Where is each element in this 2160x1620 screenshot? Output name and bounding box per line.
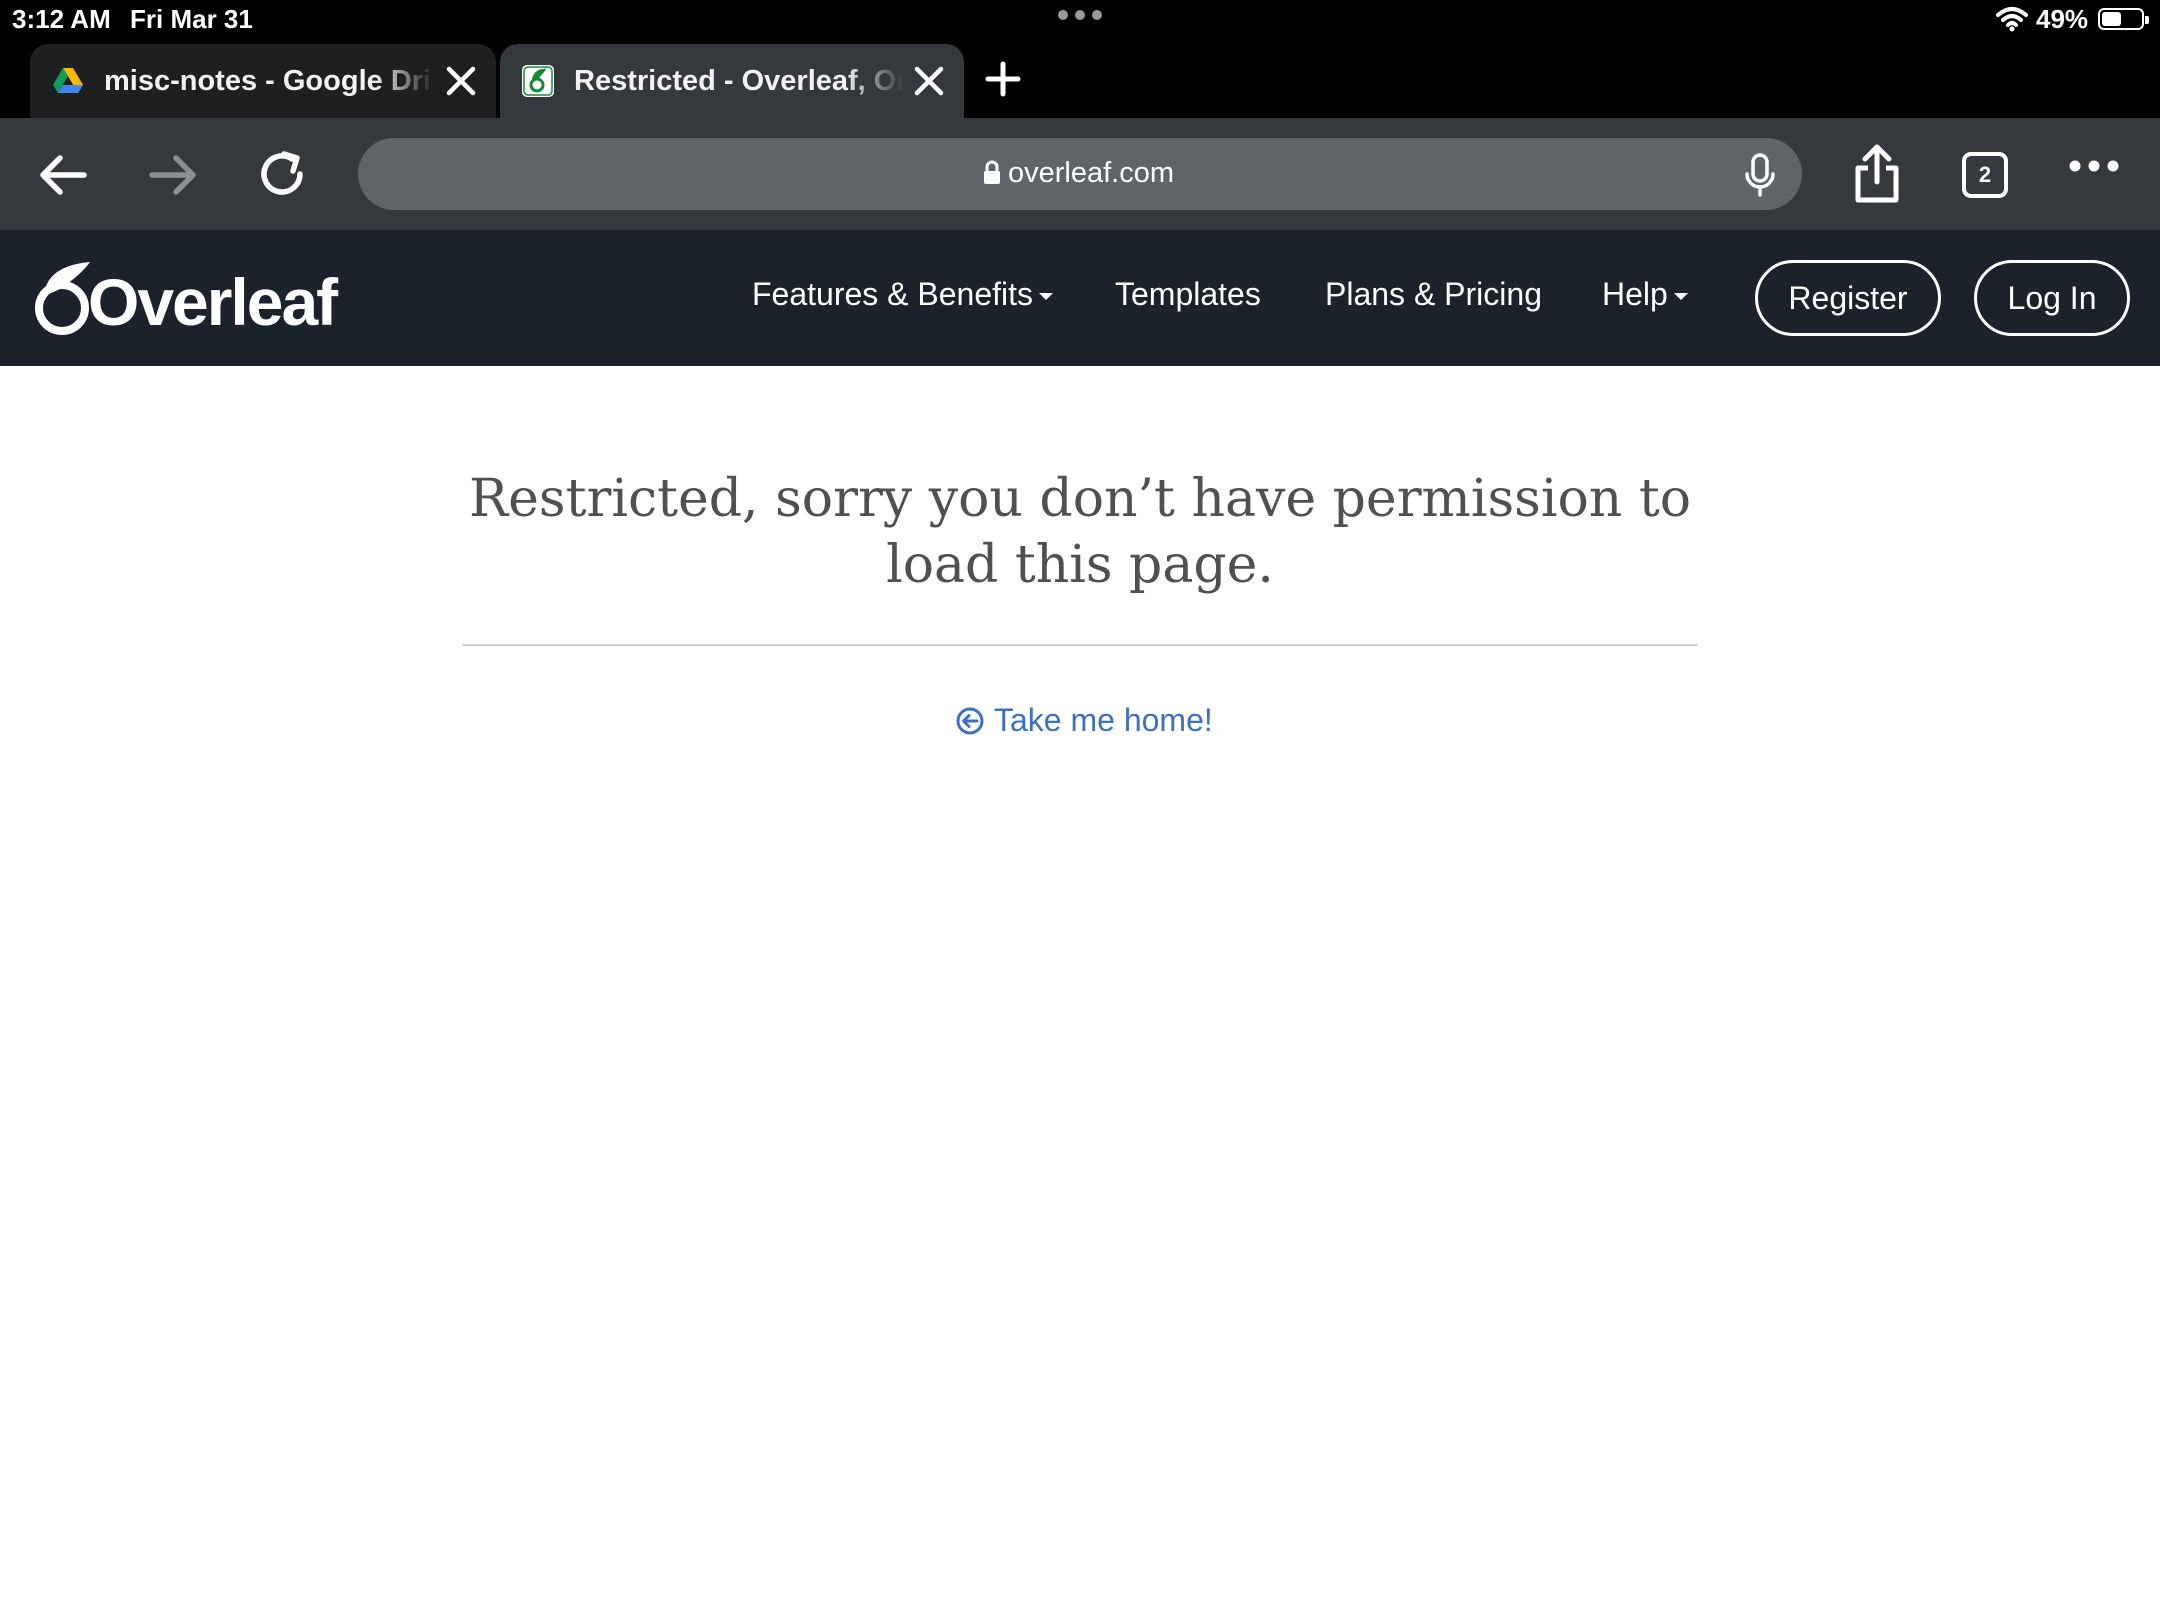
share-icon[interactable] (1848, 144, 1906, 204)
google-drive-icon (53, 68, 83, 93)
reload-icon[interactable] (256, 148, 310, 202)
caret-down-icon (1673, 293, 1688, 301)
new-tab-icon[interactable] (984, 60, 1022, 98)
tab-title: misc-notes - Google Drive (104, 64, 434, 97)
status-date: Fri Mar 31 (130, 4, 253, 34)
nav-templates-link[interactable]: Templates (1115, 276, 1261, 313)
overleaf-logo[interactable]: Overleaf (28, 260, 338, 339)
forward-arrow-icon[interactable] (146, 148, 200, 202)
overleaf-icon (522, 65, 554, 97)
status-time: 3:12 AM (12, 4, 111, 34)
login-button[interactable]: Log In (1974, 260, 2130, 336)
nav-features-dropdown[interactable]: Features & Benefits (752, 276, 1054, 313)
battery-percent: 49% (2036, 4, 2089, 34)
site-navbar: Overleaf Features & Benefits Templates P… (0, 230, 2160, 366)
more-options-icon[interactable] (2068, 156, 2120, 176)
back-arrow-icon[interactable] (36, 148, 90, 202)
main-content: Restricted, sorry you don’t have permiss… (0, 366, 2160, 1620)
multitasking-dots-icon[interactable] (1058, 10, 1102, 22)
page-title: Restricted, sorry you don’t have permiss… (468, 469, 1692, 595)
status-bar: 3:12 AM Fri Mar 31 49% (0, 0, 2160, 40)
microphone-icon[interactable] (1740, 152, 1780, 198)
browser-toolbar: overleaf.com 2 (0, 118, 2160, 230)
lock-icon (984, 160, 1000, 184)
tab-overleaf[interactable]: Restricted - Overleaf, Online LaTeX Edit… (500, 44, 964, 118)
close-tab-icon[interactable] (912, 64, 946, 98)
tab-switcher-button[interactable]: 2 (1962, 152, 2008, 198)
take-me-home-link[interactable]: Take me home! (956, 702, 1213, 739)
divider (462, 644, 1698, 646)
take-me-home-label: Take me home! (994, 702, 1213, 738)
nav-plans-link[interactable]: Plans & Pricing (1325, 276, 1542, 313)
caret-down-icon (1039, 293, 1054, 301)
arrow-circle-left-icon (956, 707, 984, 734)
nav-features-label: Features & Benefits (752, 276, 1034, 312)
register-button[interactable]: Register (1755, 260, 1941, 336)
tab-google-drive[interactable]: misc-notes - Google Drive (30, 44, 496, 118)
url-text[interactable]: overleaf.com (1008, 157, 1174, 190)
tab-strip: misc-notes - Google Drive Restricted - O… (0, 40, 2160, 118)
wifi-icon (1996, 7, 2028, 32)
battery-icon (2098, 8, 2149, 30)
tab-title: Restricted - Overleaf, Online LaTeX Edit… (574, 64, 904, 97)
nav-help-label: Help (1602, 276, 1668, 312)
address-bar[interactable]: overleaf.com (358, 138, 1802, 210)
close-tab-icon[interactable] (444, 64, 478, 98)
nav-help-dropdown[interactable]: Help (1602, 276, 1688, 313)
brand-name: Overleaf (88, 265, 338, 339)
